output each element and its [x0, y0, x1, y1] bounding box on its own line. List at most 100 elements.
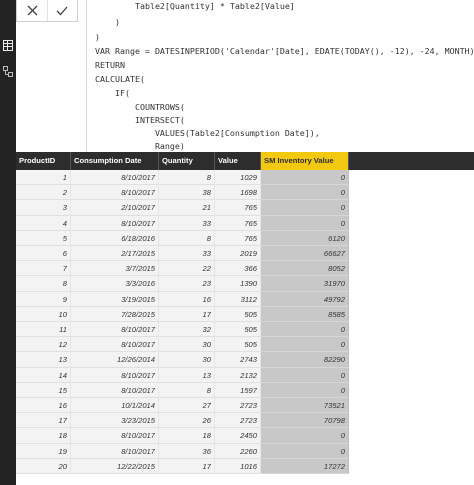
table-cell[interactable]: 3/23/2015: [71, 413, 159, 429]
column-header[interactable]: Value: [215, 152, 261, 170]
table-cell[interactable]: 30: [159, 337, 215, 353]
model-relationships-icon[interactable]: [0, 66, 16, 86]
table-cell[interactable]: 0: [261, 337, 349, 353]
table-cell[interactable]: 6/18/2016: [71, 230, 159, 246]
table-cell[interactable]: 6: [16, 246, 71, 262]
table-cell[interactable]: 0: [261, 382, 349, 398]
table-cell[interactable]: 13: [159, 367, 215, 383]
table-cell[interactable]: 3/3/2016: [71, 276, 159, 292]
table-cell[interactable]: 33: [159, 215, 215, 231]
table-cell[interactable]: 2/10/2017: [71, 200, 159, 216]
table-cell[interactable]: 8/10/2017: [71, 215, 159, 231]
table-cell[interactable]: 8/10/2017: [71, 322, 159, 338]
table-cell[interactable]: 2/17/2015: [71, 246, 159, 262]
table-cell[interactable]: 2450: [215, 428, 261, 444]
table-cell[interactable]: 17272: [261, 458, 349, 474]
table-cell[interactable]: 1029: [215, 170, 261, 186]
table-cell[interactable]: 22: [159, 261, 215, 277]
table-cell[interactable]: 2: [16, 185, 71, 201]
table-cell[interactable]: 8/10/2017: [71, 443, 159, 459]
table-cell[interactable]: 8: [159, 382, 215, 398]
table-cell[interactable]: 8: [159, 230, 215, 246]
table-cell[interactable]: 16: [16, 398, 71, 414]
column-header[interactable]: Consumption Date: [71, 152, 159, 170]
table-cell[interactable]: 19: [16, 443, 71, 459]
column-header[interactable]: SM Inventory Value: [261, 152, 349, 170]
table-cell[interactable]: 8/10/2017: [71, 337, 159, 353]
table-cell[interactable]: 49792: [261, 291, 349, 307]
table-cell[interactable]: 82290: [261, 352, 349, 368]
table-cell[interactable]: 16: [159, 291, 215, 307]
table-cell[interactable]: 2132: [215, 367, 261, 383]
table-cell[interactable]: 36: [159, 443, 215, 459]
commit-button[interactable]: [47, 0, 77, 21]
table-cell[interactable]: 33: [159, 246, 215, 262]
table-cell[interactable]: 15: [16, 382, 71, 398]
table-cell[interactable]: 17: [159, 306, 215, 322]
table-cell[interactable]: 7/28/2015: [71, 306, 159, 322]
table-cell[interactable]: 1390: [215, 276, 261, 292]
table-cell[interactable]: 2260: [215, 443, 261, 459]
formula-editor[interactable]: Table2[Quantity] * Table2[Value] )) VAR R…: [86, 0, 474, 152]
table-cell[interactable]: 17: [16, 413, 71, 429]
table-cell[interactable]: 14: [16, 367, 71, 383]
table-cell[interactable]: 73521: [261, 398, 349, 414]
table-cell[interactable]: 5: [16, 230, 71, 246]
table-cell[interactable]: 20: [16, 458, 71, 474]
table-cell[interactable]: 505: [215, 306, 261, 322]
table-grid-icon[interactable]: [0, 40, 16, 60]
table-cell[interactable]: 38: [159, 185, 215, 201]
table-cell[interactable]: 2019: [215, 246, 261, 262]
table-cell[interactable]: 0: [261, 322, 349, 338]
table-cell[interactable]: 4: [16, 215, 71, 231]
table-cell[interactable]: 13: [16, 352, 71, 368]
table-cell[interactable]: 765: [215, 200, 261, 216]
table-cell[interactable]: 18: [159, 428, 215, 444]
table-cell[interactable]: 1597: [215, 382, 261, 398]
table-cell[interactable]: 12: [16, 337, 71, 353]
table-cell[interactable]: 23: [159, 276, 215, 292]
table-cell[interactable]: 3/7/2015: [71, 261, 159, 277]
table-cell[interactable]: 0: [261, 367, 349, 383]
table-cell[interactable]: 0: [261, 200, 349, 216]
table-cell[interactable]: 765: [215, 215, 261, 231]
table-cell[interactable]: 0: [261, 215, 349, 231]
table-cell[interactable]: 8585: [261, 306, 349, 322]
table-cell[interactable]: 0: [261, 443, 349, 459]
table-cell[interactable]: 70798: [261, 413, 349, 429]
table-cell[interactable]: 2723: [215, 398, 261, 414]
table-cell[interactable]: 765: [215, 230, 261, 246]
table-cell[interactable]: 8/10/2017: [71, 367, 159, 383]
table-cell[interactable]: 2723: [215, 413, 261, 429]
table-cell[interactable]: 3: [16, 200, 71, 216]
table-cell[interactable]: 8/10/2017: [71, 170, 159, 186]
table-cell[interactable]: 17: [159, 458, 215, 474]
table-cell[interactable]: 0: [261, 170, 349, 186]
table-cell[interactable]: 7: [16, 261, 71, 277]
table-cell[interactable]: 12/22/2015: [71, 458, 159, 474]
table-cell[interactable]: 10/1/2014: [71, 398, 159, 414]
table-cell[interactable]: 3112: [215, 291, 261, 307]
table-cell[interactable]: 8: [159, 170, 215, 186]
table-cell[interactable]: 8/10/2017: [71, 428, 159, 444]
table-cell[interactable]: 1: [16, 170, 71, 186]
table-cell[interactable]: 366: [215, 261, 261, 277]
table-cell[interactable]: 505: [215, 322, 261, 338]
table-cell[interactable]: 26: [159, 413, 215, 429]
table-cell[interactable]: 8052: [261, 261, 349, 277]
column-header[interactable]: ProductID: [16, 152, 71, 170]
table-cell[interactable]: 32: [159, 322, 215, 338]
cancel-button[interactable]: [17, 0, 48, 21]
table-cell[interactable]: 8/10/2017: [71, 382, 159, 398]
table-cell[interactable]: 1698: [215, 185, 261, 201]
table-cell[interactable]: 8: [16, 276, 71, 292]
table-cell[interactable]: 11: [16, 322, 71, 338]
table-cell[interactable]: 31970: [261, 276, 349, 292]
table-cell[interactable]: 9: [16, 291, 71, 307]
table-cell[interactable]: 66627: [261, 246, 349, 262]
table-cell[interactable]: 27: [159, 398, 215, 414]
table-cell[interactable]: 505: [215, 337, 261, 353]
table-cell[interactable]: 6120: [261, 230, 349, 246]
table-cell[interactable]: 12/26/2014: [71, 352, 159, 368]
table-cell[interactable]: 8/10/2017: [71, 185, 159, 201]
